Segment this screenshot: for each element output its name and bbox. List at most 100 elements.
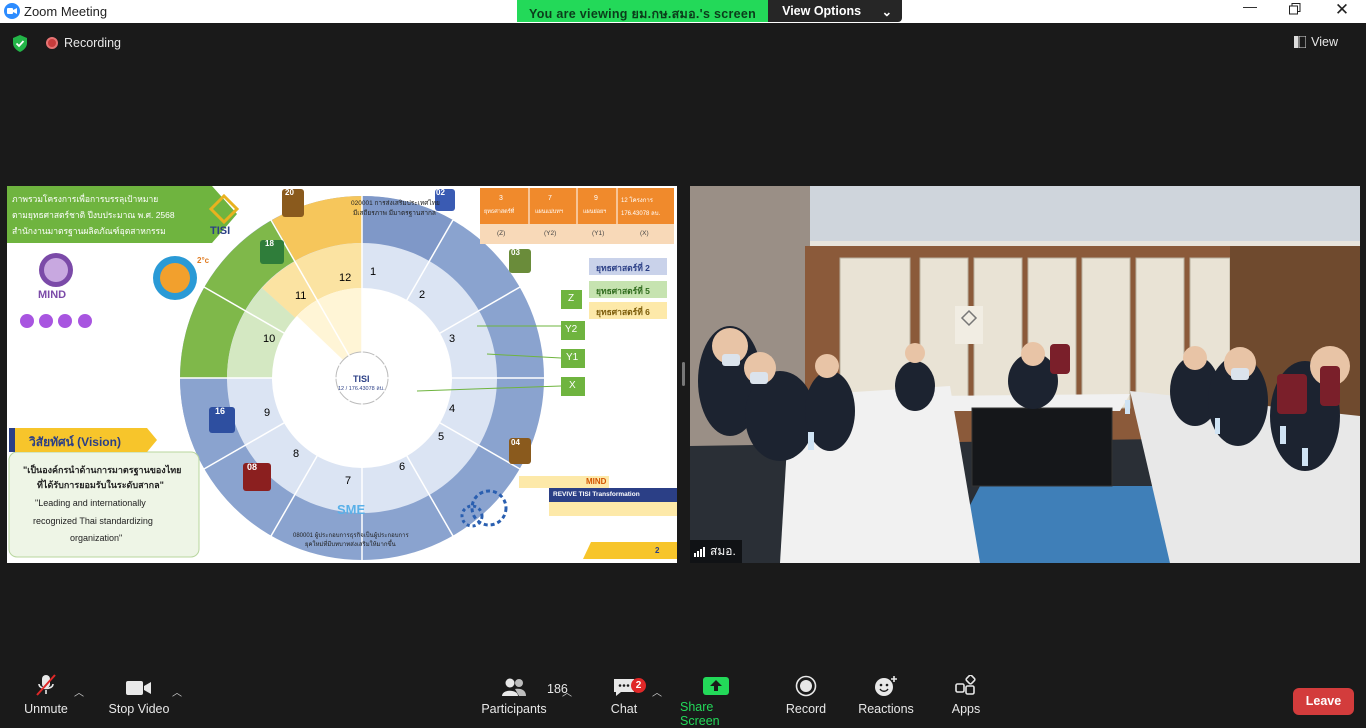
stat-label-2: แผนแม่บทฯ [535,209,563,215]
participant-name-tag: สมอ. [690,540,742,563]
apps-button[interactable]: Apps [948,668,984,728]
stat-code-1: (Z) [497,230,506,237]
view-options-button[interactable]: View Options ⌄ [768,0,903,22]
participant-name: สมอ. [710,544,736,558]
panel-resize-handle[interactable] [682,362,685,386]
badge-03: 03 [511,248,520,257]
audio-options-caret[interactable]: ︿ [74,684,84,699]
segment-12: 12 [339,272,352,284]
stop-video-label: Stop Video [108,702,170,716]
unmute-label: Unmute [24,702,68,716]
sme-label: SME [337,502,366,517]
segment-3: 3 [449,333,456,345]
stat-num-3: 9 [594,195,598,202]
stat-label-4: 176.43078 ลบ. [621,211,661,217]
unmute-button[interactable]: Unmute [20,668,72,728]
strategy-2: ยุทธศาสตร์ที่ 2 [596,263,650,273]
chat-unread-badge: 2 [631,678,646,693]
stat-num-4: 12 โครงการ [621,198,653,204]
zoom-app-icon [4,3,20,19]
reactions-button[interactable]: Reactions [857,668,915,728]
meeting-topbar: Recording View [0,23,1366,63]
record-label: Record [785,702,827,716]
apps-label: Apps [951,702,981,716]
stat-code-2: (Y2) [544,230,557,237]
mind-tag: MIND [586,477,607,486]
leave-button[interactable]: Leave [1293,688,1354,715]
wheel-center-tisi: TISI [353,374,370,384]
level-x: X [569,380,576,391]
participant-video[interactable]: สมอ. [690,186,1360,563]
record-button[interactable]: Record [784,668,828,728]
stat-code-4: (X) [640,230,649,237]
vision-en-line3: organization" [70,533,123,543]
vision-en-line1: "Leading and internationally [35,498,146,508]
badge-18: 18 [265,239,274,248]
recording-label: Recording [64,36,121,50]
view-layout-icon [1294,36,1307,48]
shared-screen: ภาพรวมโครงการเพื่อการบรรลุเป้าหมาย ตามยุ… [7,186,677,563]
segment-7: 7 [345,475,352,487]
segment-5: 5 [438,431,445,443]
close-icon[interactable]: ✕ [1332,0,1352,20]
video-camera-icon [126,681,151,695]
recording-icon [46,37,58,49]
slide-heading-3: สำนักงานมาตรฐานผลิตภัณฑ์อุตสาหกรรม [12,226,166,236]
temperature-label: 2°c [197,256,210,265]
microphone-muted-icon [36,674,56,696]
segment-10: 10 [263,333,276,345]
badge-04: 04 [511,438,520,447]
strategy-6: ยุทธศาสตร์ที่ 6 [596,307,650,317]
badge-02: 02 [436,188,445,197]
security-shield-icon[interactable] [12,35,28,52]
stop-video-button[interactable]: Stop Video [108,668,170,728]
meeting-toolbar: Unmute ︿ Stop Video ︿ 186 Participants ︿… [0,668,1366,728]
conference-room-scene [690,186,1360,563]
level-z: Z [568,293,575,304]
vision-th-line2: ที่ได้รับการยอมรับในระดับสากล" [37,480,164,490]
video-options-caret[interactable]: ︿ [172,684,182,699]
participants-button[interactable]: 186 Participants [481,668,568,728]
segment-6: 6 [399,461,406,473]
level-y2: Y2 [565,324,578,335]
window-titlebar: Zoom Meeting You are viewing ยม.กษ.สมอ.'… [0,0,1366,23]
maximize-icon[interactable] [1285,2,1305,18]
stat-label-1: ยุทธศาสตร์ที่ [484,209,515,215]
level-y1: Y1 [566,352,579,363]
minimize-icon[interactable]: — [1240,0,1260,14]
badge-16: 16 [215,406,226,416]
reactions-label: Reactions [858,702,914,716]
stat-num-1: 3 [499,195,503,202]
window-title: Zoom Meeting [24,4,108,19]
view-options-label: View Options [782,4,862,18]
stat-code-3: (Y1) [592,230,605,237]
share-screen-button[interactable]: Share Screen [680,668,752,728]
slide-page-number: 2 [655,546,660,555]
segment-1: 1 [370,266,377,278]
segment-11: 11 [295,290,307,302]
view-label: View [1311,35,1338,49]
viewing-message: You are viewing ยม.กษ.สมอ.'s screen [517,0,769,22]
share-screen-label: Share Screen [680,700,720,728]
stat-num-2: 7 [548,195,552,202]
participants-label: Participants [481,702,547,716]
wheel-center-label: 12 / 176.43078 ลบ. [338,386,385,392]
vision-th-line1: "เป็นองค์กรนำด้านการมาตรฐานของไทย [23,465,182,475]
participants-options-caret[interactable]: ︿ [562,684,572,699]
chat-label: Chat [610,702,638,716]
participants-icon [502,678,526,696]
project-code-center: 020001 การส่งเสริมประเทศไทย [351,200,440,207]
badge-20: 20 [285,188,294,197]
vision-title: วิสัยทัศน์ (Vision) [29,435,121,449]
slide-heading-2: ตามยุทธศาสตร์ชาติ ปีงบประมาณ พ.ศ. 2568 [12,210,175,220]
chat-options-caret[interactable]: ︿ [652,684,662,699]
chat-button[interactable]: 2 Chat [606,668,646,728]
share-screen-icon [703,677,729,695]
reactions-emoji-icon [875,676,897,696]
badge-08: 08 [247,462,258,472]
tisi-logo-text: TISI [210,225,231,237]
strategy-5: ยุทธศาสตร์ที่ 5 [596,286,650,296]
mind-label: MIND [38,289,67,301]
view-button[interactable]: View [1294,35,1338,49]
chevron-down-icon: ⌄ [881,5,893,19]
